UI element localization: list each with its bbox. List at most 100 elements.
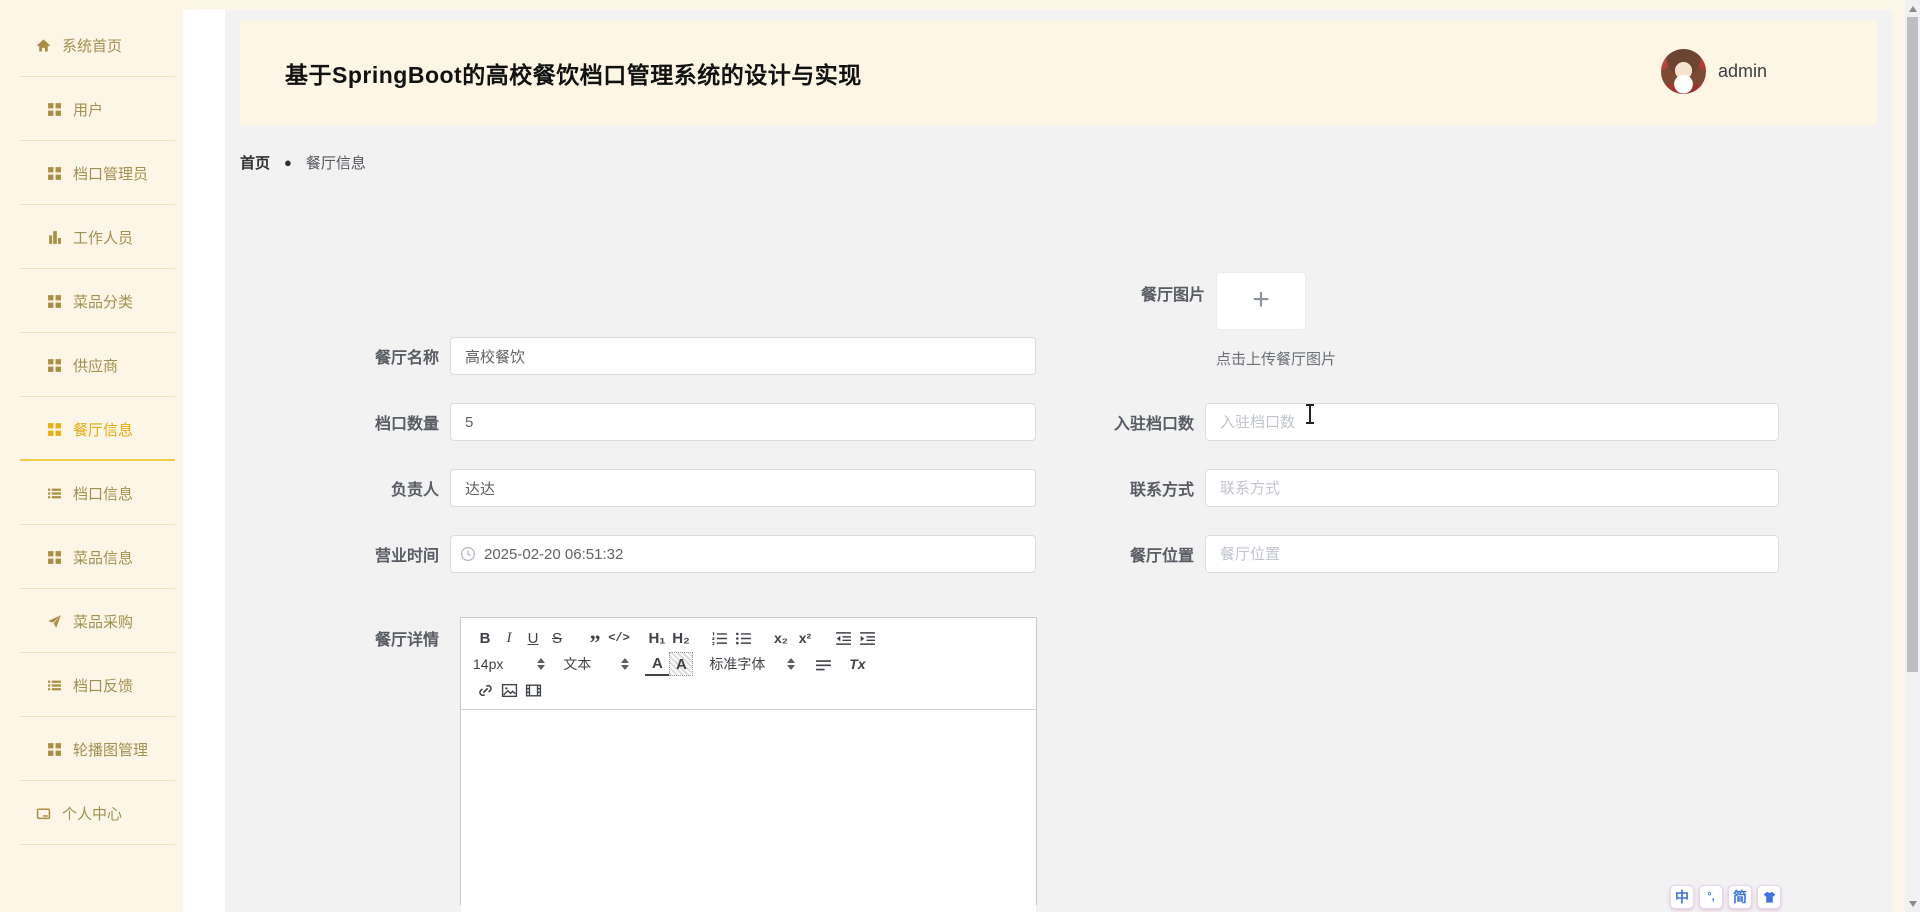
sidebar-item-label: 档口管理员 [73, 163, 148, 184]
editor-content[interactable] [461, 710, 1036, 912]
sidebar-menu: 系统首页 用户 [0, 13, 183, 845]
image-upload-hint: 点击上传餐厅图片 [1216, 348, 1336, 369]
sidebar-item[interactable]: 工作人员 [0, 205, 183, 269]
sidebar-item[interactable]: 系统首页 [0, 13, 183, 77]
scrollbar[interactable] [1905, 0, 1920, 912]
header1-button[interactable]: H₁ [645, 626, 669, 650]
stall-count-input[interactable] [450, 403, 1036, 441]
sidebar-item-label: 系统首页 [62, 35, 122, 56]
ordered-list-icon[interactable] [707, 626, 731, 650]
sidebar-item-label: 菜品分类 [73, 291, 133, 312]
editor-toolbar: B I U S ” </> H₁ H₂ x₂ x² [461, 618, 1036, 710]
font-size-value: 14px [473, 656, 503, 672]
sidebar-item-label: 工作人员 [73, 227, 133, 248]
blockquote-button[interactable]: ” [583, 626, 607, 650]
sidebar-item-label: 菜品采购 [73, 611, 133, 632]
text-color-button[interactable]: A [645, 652, 669, 676]
sidebar-item[interactable]: 用户 [0, 77, 183, 141]
plus-icon: + [1252, 285, 1270, 315]
sidebar-item-label: 个人中心 [62, 803, 122, 824]
sidebar-item-icon [47, 741, 63, 757]
updown-caret-icon [787, 658, 795, 670]
sidebar-item[interactable]: 菜品信息 [0, 525, 183, 589]
ime-skin-icon[interactable] [1757, 885, 1781, 909]
sidebar-item[interactable]: 供应商 [0, 333, 183, 397]
restaurant-image-label: 餐厅图片 [1100, 281, 1205, 305]
sidebar-item-icon [47, 229, 63, 245]
sidebar-item-label: 档口信息 [73, 483, 133, 504]
business-time-label: 营业时间 [250, 542, 450, 566]
clock-icon [460, 546, 476, 562]
sidebar-item[interactable]: 档口管理员 [0, 141, 183, 205]
rich-text-editor: B I U S ” </> H₁ H₂ x₂ x² [460, 617, 1037, 905]
breadcrumb-separator: ● [284, 155, 292, 170]
video-icon[interactable] [521, 678, 545, 702]
align-icon[interactable] [811, 652, 835, 676]
sidebar-item-icon [47, 421, 63, 437]
sidebar-item[interactable]: 餐厅信息 [0, 397, 183, 461]
outdent-icon[interactable] [831, 626, 855, 650]
sidebar-item-icon [47, 101, 63, 117]
underline-button[interactable]: U [521, 626, 545, 650]
ime-language-button[interactable]: 中 [1670, 885, 1694, 909]
sidebar-item-icon [47, 677, 63, 693]
breadcrumb-home[interactable]: 首页 [240, 152, 270, 173]
detail-label: 餐厅详情 [250, 626, 450, 650]
sidebar-item-icon [36, 805, 52, 821]
font-family-value: 标准字体 [709, 654, 765, 674]
italic-button[interactable]: I [497, 626, 521, 650]
sidebar-item[interactable]: 个人中心 [0, 781, 183, 845]
restaurant-name-row: 餐厅名称 [250, 337, 1036, 375]
contact-input[interactable] [1205, 469, 1779, 507]
sidebar: 系统首页 用户 [0, 0, 183, 912]
sidebar-item[interactable]: 菜品分类 [0, 269, 183, 333]
manager-label: 负责人 [250, 476, 450, 500]
location-input[interactable] [1205, 535, 1779, 573]
sidebar-item-icon [47, 293, 63, 309]
updown-caret-icon [537, 658, 545, 670]
restaurant-name-label: 餐厅名称 [250, 344, 450, 368]
manager-input[interactable] [450, 469, 1036, 507]
link-icon[interactable] [473, 678, 497, 702]
strikethrough-button[interactable]: S [545, 626, 569, 650]
restaurant-name-input[interactable] [450, 337, 1036, 375]
scrollbar-down-button[interactable] [1909, 901, 1917, 907]
superscript-button[interactable]: x² [793, 626, 817, 650]
avatar[interactable] [1661, 49, 1706, 94]
occupied-stalls-input[interactable] [1205, 403, 1779, 441]
business-time-input[interactable] [450, 535, 1036, 573]
font-family-picker[interactable]: 标准字体 [709, 654, 795, 674]
sidebar-item[interactable]: 档口信息 [0, 461, 183, 525]
bold-button[interactable]: B [473, 626, 497, 650]
paragraph-picker[interactable]: 文本 [563, 654, 629, 674]
ime-simplified-button[interactable]: 简 [1728, 885, 1752, 909]
stall-count-label: 档口数量 [250, 410, 450, 434]
sidebar-item-icon [36, 37, 52, 53]
user-menu[interactable]: admin [1661, 38, 1767, 104]
sidebar-item[interactable]: 档口反馈 [0, 653, 183, 717]
header2-button[interactable]: H₂ [669, 626, 693, 650]
manager-row: 负责人 [250, 469, 1036, 507]
indent-icon[interactable] [855, 626, 879, 650]
sidebar-item-label: 档口反馈 [73, 675, 133, 696]
breadcrumb-current: 餐厅信息 [306, 152, 366, 173]
stall-count-row: 档口数量 [250, 403, 1036, 441]
bullet-list-icon[interactable] [731, 626, 755, 650]
font-size-picker[interactable]: 14px [473, 656, 545, 672]
image-upload-box[interactable]: + [1216, 272, 1306, 330]
highlight-color-button[interactable]: A [669, 652, 693, 676]
sidebar-item-icon [47, 485, 63, 501]
sidebar-item[interactable]: 菜品采购 [0, 589, 183, 653]
sidebar-item-label: 菜品信息 [73, 547, 133, 568]
occupied-stalls-label: 入驻档口数 [1100, 410, 1205, 434]
clear-format-button[interactable]: Tx [845, 652, 869, 676]
ime-punctuation-button[interactable]: °, [1699, 885, 1723, 909]
code-button[interactable]: </> [607, 626, 631, 650]
sidebar-item[interactable]: 轮播图管理 [0, 717, 183, 781]
scrollbar-up-button[interactable] [1909, 6, 1917, 12]
location-label: 餐厅位置 [1100, 542, 1205, 566]
image-icon[interactable] [497, 678, 521, 702]
business-time-row: 营业时间 [250, 535, 1036, 573]
scrollbar-thumb[interactable] [1907, 17, 1918, 672]
subscript-button[interactable]: x₂ [769, 626, 793, 650]
